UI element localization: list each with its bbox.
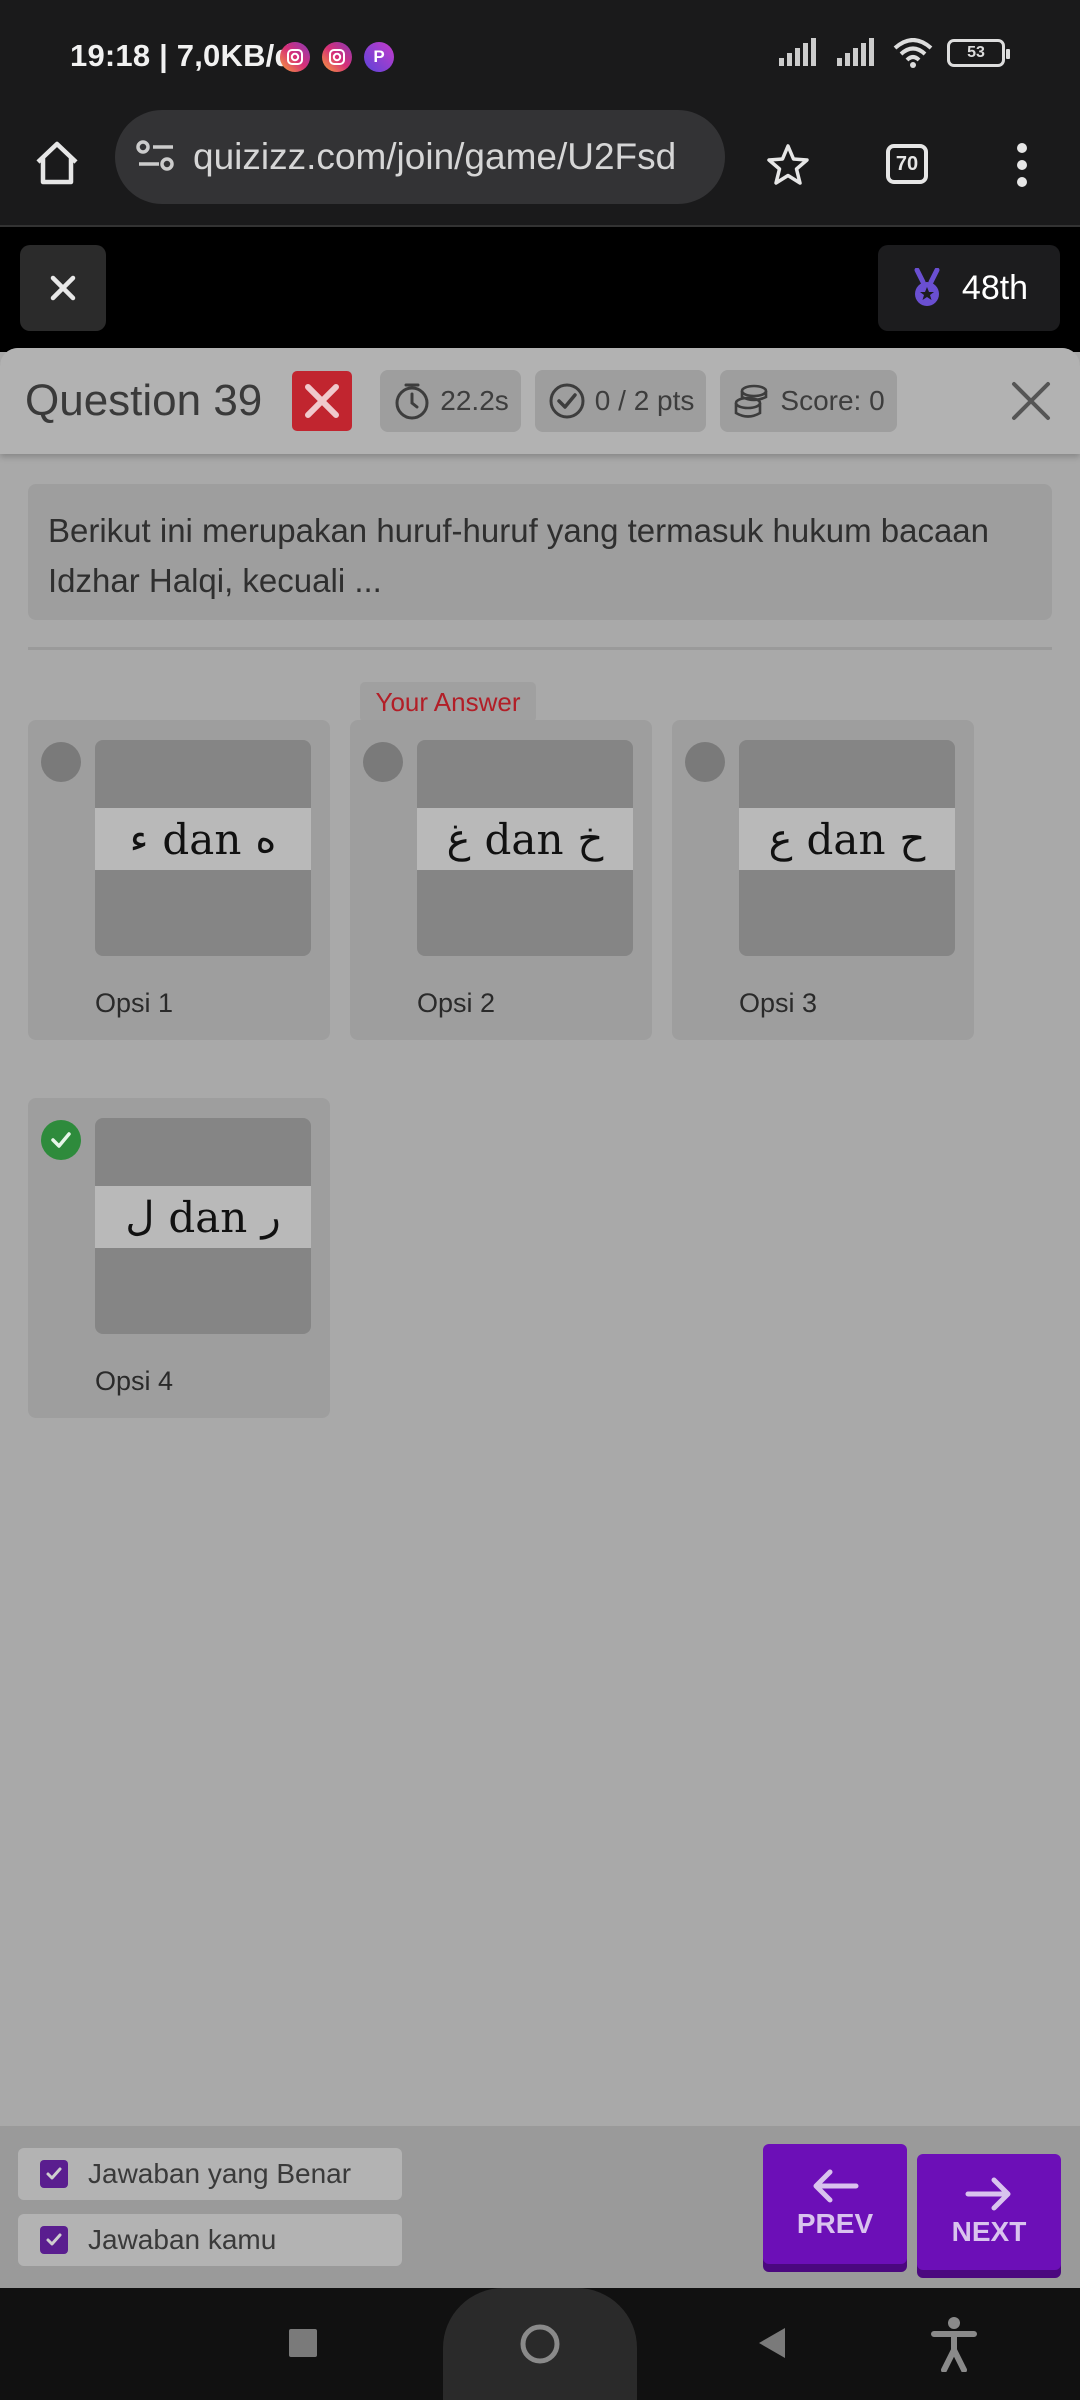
wifi-icon <box>893 38 933 68</box>
close-review-icon[interactable] <box>1010 380 1052 427</box>
wrong-answer-badge <box>292 371 353 431</box>
address-bar[interactable]: quizizz.com/join/game/U2Fsd <box>115 110 725 204</box>
signal-icon <box>779 38 816 66</box>
arabic-letter-left: غ <box>446 816 471 862</box>
option-image: ل dan ر <box>95 1118 311 1334</box>
option-label: Opsi 2 <box>417 988 496 1018</box>
p-app-icon: P <box>364 42 394 72</box>
bookmark-star-icon[interactable] <box>765 142 811 188</box>
question-header: Question 39 22.2s 0 / 2 pts Score: 0 <box>0 348 1080 454</box>
legend-correct-answer[interactable]: Jawaban yang Benar <box>18 2148 402 2200</box>
option-image: ع dan ح <box>739 740 955 956</box>
score-chip: Score: 0 <box>720 370 897 432</box>
arabic-letter-left: ل <box>125 1194 155 1240</box>
option-image-text: غ dan خ <box>417 808 633 870</box>
home-nav-button[interactable] <box>443 2288 637 2400</box>
arabic-letter-right: ه <box>255 816 277 862</box>
prev-button[interactable]: PREV <box>763 2144 907 2264</box>
option-card-2[interactable]: غ dan خ Opsi 2 <box>350 720 652 1040</box>
tab-count: 70 <box>886 144 928 184</box>
legend-label: Jawaban kamu <box>88 2224 277 2255</box>
signal-icon <box>837 38 874 66</box>
option-card-3[interactable]: ع dan ح Opsi 3 <box>672 720 974 1040</box>
next-label: NEXT <box>951 2216 1027 2247</box>
option-label: Opsi 4 <box>95 1366 174 1396</box>
prev-label: PREV <box>796 2208 874 2239</box>
browser-toolbar: quizizz.com/join/game/U2Fsd 70 <box>0 110 1080 227</box>
divider <box>28 647 1052 650</box>
arabic-letter-right: ح <box>899 816 926 862</box>
rank-badge: 48th <box>878 245 1060 331</box>
home-circle-icon <box>520 2324 560 2364</box>
option-label: Opsi 1 <box>95 988 174 1018</box>
points-value: 0 / 2 pts <box>594 385 695 416</box>
url-text: quizizz.com/join/game/U2Fsd <box>193 136 677 177</box>
option-card-4[interactable]: ل dan ر Opsi 4 <box>28 1098 330 1418</box>
arabic-letter-right: ر <box>261 1194 281 1240</box>
notification-icons: P <box>280 42 394 72</box>
conjunction-text: dan <box>806 814 886 864</box>
tab-switcher-button[interactable]: 70 <box>886 144 928 184</box>
check-circle-icon <box>549 383 585 419</box>
time-chip: 22.2s <box>380 370 521 432</box>
option-image: ء dan ه <box>95 740 311 956</box>
wrong-x-icon <box>305 384 340 418</box>
points-chip: 0 / 2 pts <box>534 370 707 432</box>
conjunction-text: dan <box>168 1192 248 1242</box>
home-icon[interactable] <box>32 138 82 188</box>
option-radio <box>363 742 403 782</box>
instagram-icon <box>280 42 310 72</box>
instagram-icon <box>322 42 352 72</box>
close-icon <box>50 275 76 301</box>
site-settings-icon[interactable] <box>135 138 177 174</box>
option-radio <box>41 742 81 782</box>
conjunction-text: dan <box>484 814 564 864</box>
correct-check-icon <box>41 1120 81 1160</box>
option-image-text: ل dan ر <box>95 1186 311 1248</box>
exit-game-button[interactable] <box>20 245 106 331</box>
option-image-text: ء dan ه <box>95 808 311 870</box>
back-triangle-icon[interactable] <box>757 2326 787 2360</box>
time-value: 22.2s <box>440 385 509 416</box>
option-image-text: ع dan ح <box>739 808 955 870</box>
status-time: 19:18 | 7,0KB/d <box>70 38 294 73</box>
option-card-1[interactable]: ء dan ه Opsi 1 <box>28 720 330 1040</box>
accessibility-icon[interactable] <box>930 2316 978 2372</box>
more-menu-icon[interactable] <box>1010 140 1034 190</box>
arabic-letter-left: ع <box>768 816 793 862</box>
checkbox-checked-icon <box>40 2160 68 2188</box>
legend-label: Jawaban yang Benar <box>88 2158 352 2189</box>
coins-icon <box>735 384 768 418</box>
legend-your-answer[interactable]: Jawaban kamu <box>18 2214 402 2266</box>
arabic-letter-left: ء <box>129 816 149 862</box>
conjunction-text: dan <box>162 814 242 864</box>
question-review-sheet: Question 39 22.2s 0 / 2 pts Score: 0 Ber… <box>0 348 1080 2126</box>
game-header: 48th <box>0 227 1080 352</box>
option-image: غ dan خ <box>417 740 633 956</box>
next-button[interactable]: NEXT <box>917 2154 1061 2270</box>
status-bar: 19:18 | 7,0KB/d P 53 <box>0 0 1080 112</box>
question-title: Question 39 <box>25 376 263 425</box>
status-indicators: 53 <box>777 38 1010 68</box>
checkbox-checked-icon <box>40 2226 68 2254</box>
recents-square-icon[interactable] <box>288 2328 318 2358</box>
option-radio <box>685 742 725 782</box>
arrow-right-icon <box>965 2177 1011 2211</box>
medal-icon <box>914 268 940 306</box>
timer-icon <box>395 383 429 420</box>
option-label: Opsi 3 <box>739 988 818 1018</box>
arabic-letter-right: خ <box>577 816 604 862</box>
question-text: Berikut ini merupakan huruf-huruf yang t… <box>28 484 1052 620</box>
review-footer: Jawaban yang Benar Jawaban kamu PREV NEX… <box>0 2126 1080 2288</box>
battery-icon: 53 <box>947 39 1010 67</box>
arrow-left-icon <box>813 2169 859 2203</box>
score-value: Score: 0 <box>780 385 885 416</box>
system-nav-bar <box>0 2288 1080 2400</box>
rank-text: 48th <box>961 268 1029 307</box>
your-answer-tag: Your Answer <box>360 682 536 722</box>
